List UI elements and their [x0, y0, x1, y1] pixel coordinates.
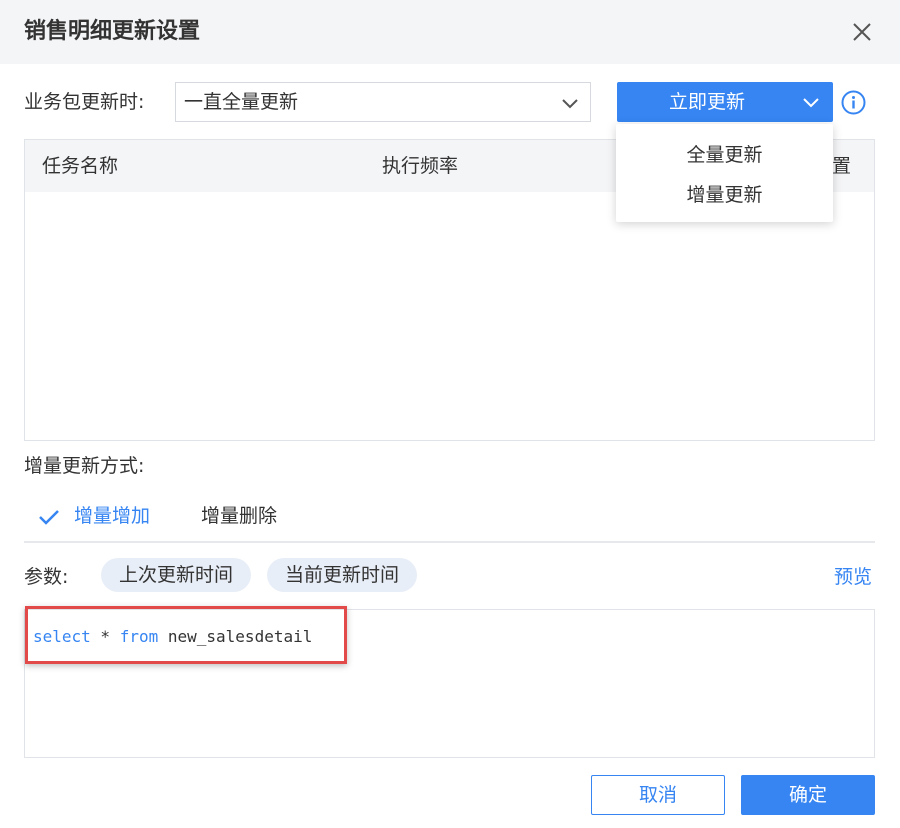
preview-link[interactable]: 预览: [834, 564, 872, 590]
menu-item-full-update[interactable]: 全量更新: [616, 135, 833, 175]
update-time-label: 业务包更新时:: [24, 91, 145, 113]
incremental-tabs: 增量增加 增量删除: [24, 495, 875, 543]
menu-item-incremental-update[interactable]: 增量更新: [616, 175, 833, 215]
dialog-header: 销售明细更新设置: [0, 0, 900, 64]
tab-label: 增量增加: [74, 505, 151, 527]
update-mode-select[interactable]: 一直全量更新: [175, 82, 591, 122]
chevron-down-icon: [560, 93, 580, 113]
update-dropdown-menu: 全量更新 增量更新: [616, 124, 833, 222]
param-chip-current-update-time[interactable]: 当前更新时间: [267, 558, 417, 592]
tab-label: 增量删除: [201, 505, 278, 527]
tab-incremental-delete[interactable]: 增量删除: [201, 503, 291, 533]
update-now-button[interactable]: 立即更新: [617, 82, 833, 122]
info-icon[interactable]: [841, 90, 866, 115]
dialog-title: 销售明细更新设置: [24, 19, 201, 44]
check-icon: [38, 507, 60, 525]
cancel-button[interactable]: 取消: [591, 775, 725, 815]
column-header-settings: 置: [832, 155, 852, 177]
column-header-task-name: 任务名称: [42, 155, 119, 177]
update-mode-value: 一直全量更新: [184, 91, 299, 113]
params-label: 参数:: [24, 566, 69, 588]
sql-highlight-annotation: [25, 606, 347, 664]
param-chip-last-update-time[interactable]: 上次更新时间: [101, 558, 251, 592]
close-icon[interactable]: [848, 18, 876, 46]
update-now-label: 立即更新: [668, 91, 745, 113]
incremental-mode-label: 增量更新方式:: [24, 455, 145, 477]
tab-incremental-add[interactable]: 增量增加: [38, 503, 158, 533]
confirm-button[interactable]: 确定: [741, 775, 875, 815]
column-header-frequency: 执行频率: [382, 155, 459, 177]
chevron-down-icon[interactable]: [801, 92, 821, 112]
